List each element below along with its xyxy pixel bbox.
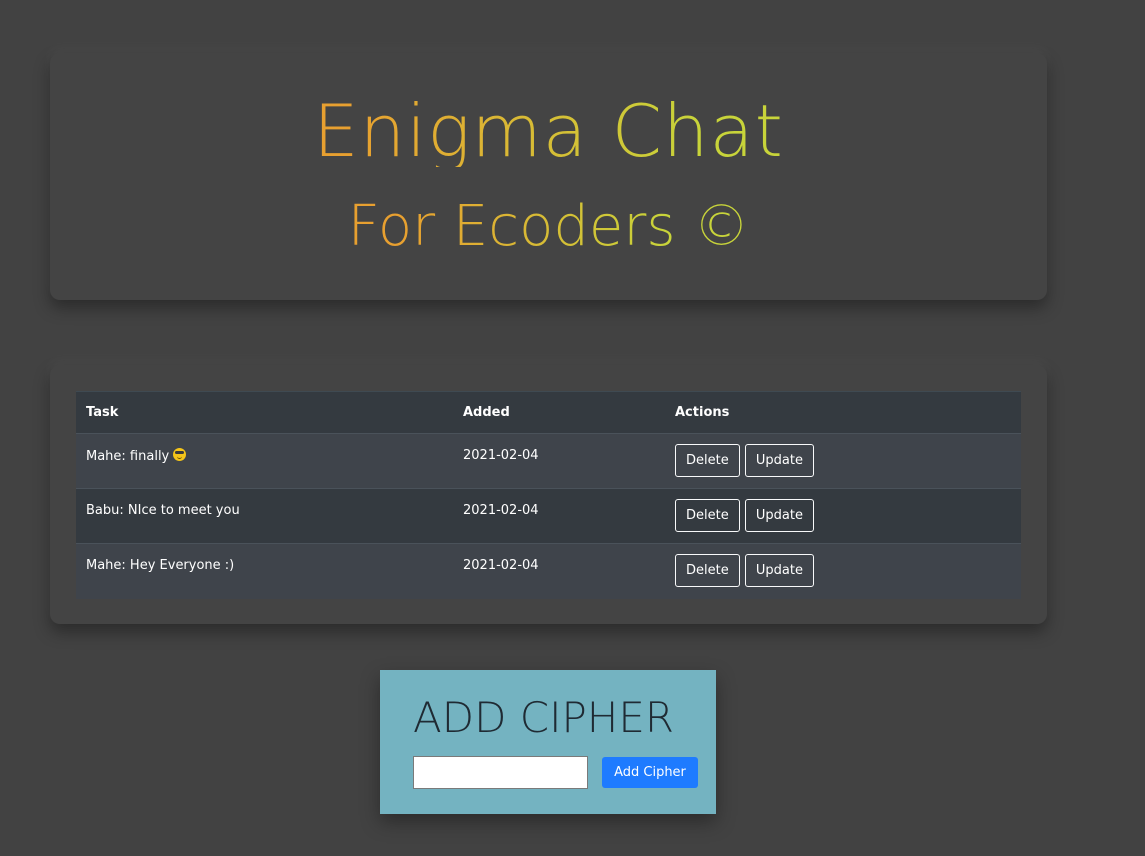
cipher-input[interactable]	[413, 756, 588, 789]
table-header-row: Task Added Actions	[76, 391, 1021, 434]
update-button[interactable]: Update	[744, 554, 814, 587]
app-title: Enigma Chat	[50, 95, 1047, 167]
task-text: Mahe: Hey Everyone :)	[76, 543, 453, 599]
task-text: Babu: NIce to meet you	[76, 488, 453, 544]
task-text: Mahe: finally	[86, 449, 170, 464]
delete-button[interactable]: Delete	[675, 554, 740, 587]
table-row: Mahe: finally 2021-02-04 Delete Update	[76, 433, 1021, 489]
delete-button[interactable]: Delete	[675, 499, 740, 532]
sunglasses-emoji-icon	[173, 448, 187, 461]
app-subtitle: For Ecoders ©	[50, 199, 1047, 255]
delete-button[interactable]: Delete	[675, 444, 740, 477]
column-header-added: Added	[453, 391, 665, 434]
add-cipher-button[interactable]: Add Cipher	[602, 757, 698, 788]
actions-cell: Delete Update	[665, 488, 1021, 544]
add-cipher-title: ADD CIPHER	[413, 693, 675, 742]
added-date: 2021-02-04	[453, 488, 665, 544]
table-row: Mahe: Hey Everyone :) 2021-02-04 Delete …	[76, 543, 1021, 599]
update-button[interactable]: Update	[744, 444, 814, 477]
messages-table: Task Added Actions Mahe: finally 2021-02…	[76, 391, 1021, 599]
add-cipher-panel: ADD CIPHER Add Cipher	[380, 670, 716, 814]
actions-cell: Delete Update	[665, 543, 1021, 599]
table-row: Babu: NIce to meet you 2021-02-04 Delete…	[76, 488, 1021, 544]
header-card: Enigma Chat For Ecoders ©	[50, 53, 1047, 300]
added-date: 2021-02-04	[453, 433, 665, 489]
column-header-task: Task	[76, 391, 453, 434]
added-date: 2021-02-04	[453, 543, 665, 599]
actions-cell: Delete Update	[665, 433, 1021, 489]
messages-card: Task Added Actions Mahe: finally 2021-02…	[50, 365, 1047, 624]
task-cell: Mahe: finally	[76, 433, 453, 489]
column-header-actions: Actions	[665, 391, 1021, 434]
update-button[interactable]: Update	[744, 499, 814, 532]
